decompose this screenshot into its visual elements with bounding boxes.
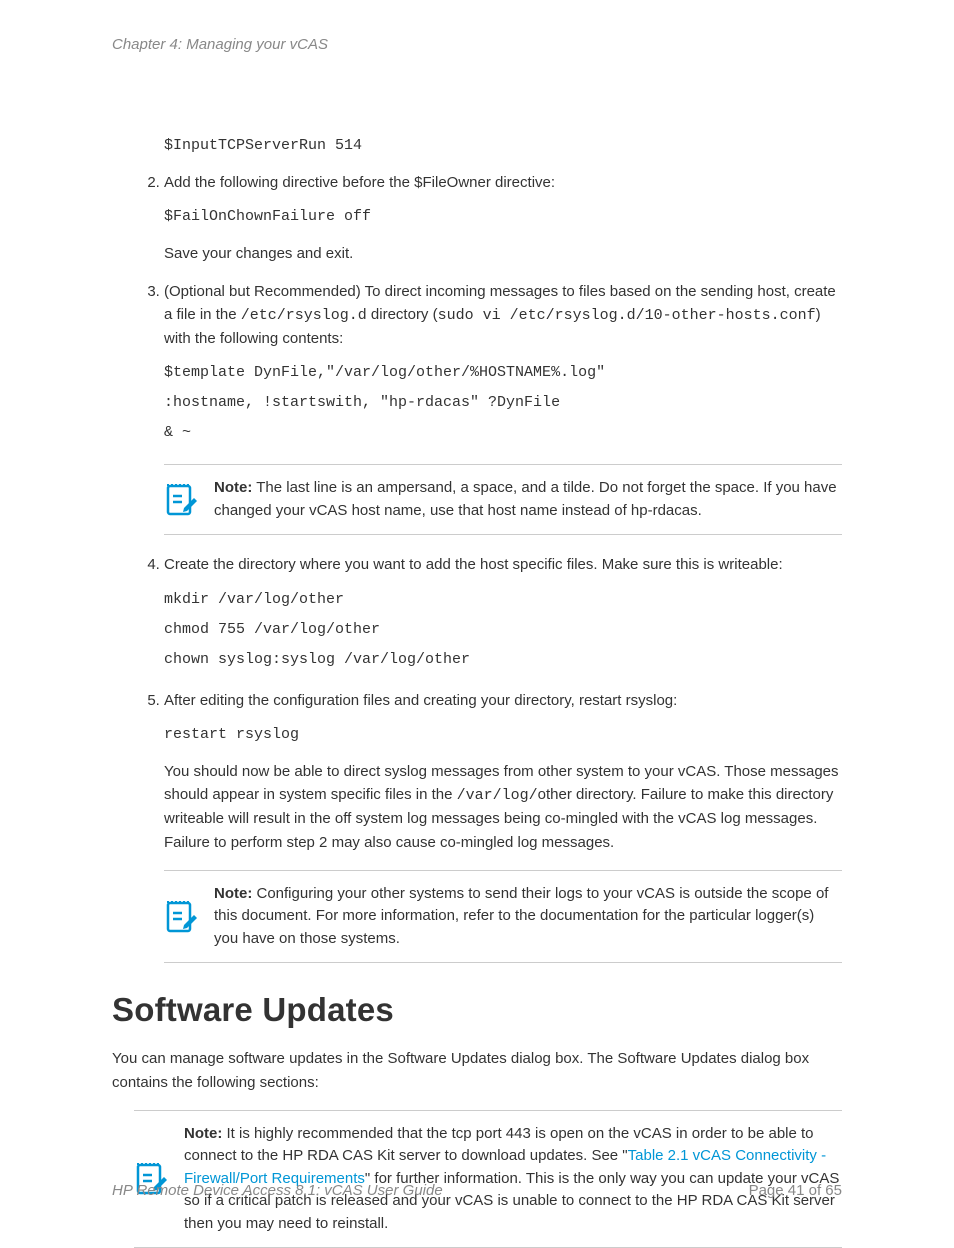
note2-body: Configuring your other systems to send t… (214, 885, 828, 947)
note3-text: Note: It is highly recommended that the … (184, 1123, 842, 1236)
note-2: Note: Configuring your other systems to … (164, 870, 842, 964)
note2-text: Note: Configuring your other systems to … (214, 883, 842, 951)
step3-cmd: sudo vi /etc/rsyslog.d/10-other-hosts.co… (438, 307, 816, 324)
step-2: Add the following directive before the $… (164, 171, 842, 266)
page-footer: HP Remote Device Access 8.1: vCAS User G… (112, 1182, 842, 1199)
step5-path: /var/log/ (457, 787, 538, 804)
step1-code: $InputTCPServerRun 514 (164, 131, 842, 161)
step3-code: $template DynFile,"/var/log/other/%HOSTN… (164, 358, 842, 448)
step4-code: mkdir /var/log/other chmod 755 /var/log/… (164, 585, 842, 675)
step5-code: restart rsyslog (164, 720, 842, 750)
step5-after: You should now be able to direct syslog … (164, 760, 842, 854)
step-3: (Optional but Recommended) To direct inc… (164, 280, 842, 536)
note-1: Note: The last line is an ampersand, a s… (164, 464, 842, 535)
note-3: Note: It is highly recommended that the … (134, 1110, 842, 1248)
note-label: Note: (214, 885, 252, 902)
step3-text-b: directory ( (367, 306, 438, 323)
step5-intro: After editing the configuration files an… (164, 689, 842, 712)
footer-page-number: Page 41 of 65 (749, 1182, 842, 1199)
step4-intro: Create the directory where you want to a… (164, 553, 842, 576)
section-heading-software-updates: Software Updates (112, 991, 842, 1029)
note-icon (164, 899, 198, 935)
footer-doc-title: HP Remote Device Access 8.1: vCAS User G… (112, 1182, 443, 1199)
note1-body: The last line is an ampersand, a space, … (214, 479, 837, 519)
step-4: Create the directory where you want to a… (164, 553, 842, 674)
step2-intro: Add the following directive before the $… (164, 171, 842, 194)
section-intro: You can manage software updates in the S… (112, 1047, 842, 1094)
step2-after: Save your changes and exit. (164, 242, 842, 265)
step3-intro: (Optional but Recommended) To direct inc… (164, 280, 842, 351)
chapter-header: Chapter 4: Managing your vCAS (112, 36, 842, 53)
note1-text: Note: The last line is an ampersand, a s… (214, 477, 842, 522)
note-icon (164, 482, 198, 518)
note-label: Note: (214, 479, 252, 496)
note-label: Note: (184, 1125, 222, 1142)
ordered-steps: Add the following directive before the $… (112, 171, 842, 963)
step-5: After editing the configuration files an… (164, 689, 842, 964)
step3-path: /etc/rsyslog.d (241, 307, 367, 324)
step2-code: $FailOnChownFailure off (164, 202, 842, 232)
